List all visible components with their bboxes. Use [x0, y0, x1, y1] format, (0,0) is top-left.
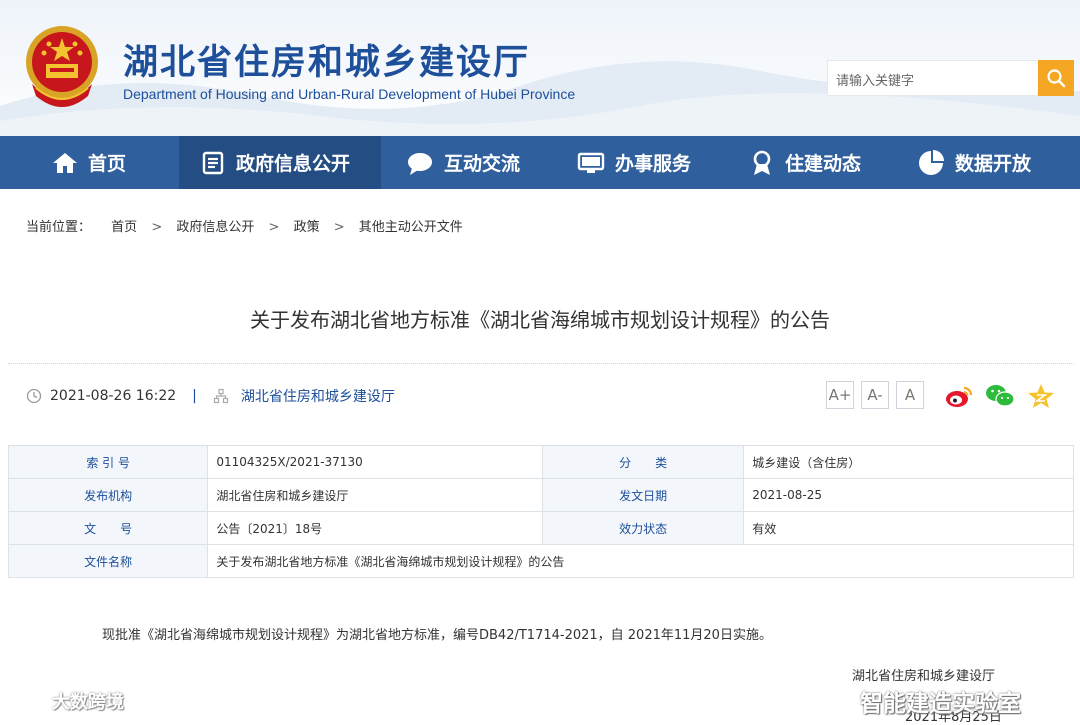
value-index-number: 01104325X/2021-37130 [207, 445, 544, 479]
search-button[interactable] [1038, 60, 1074, 96]
watermark-right-text: 智能建造实验室 [860, 691, 1021, 717]
site-title: 湖北省住房和城乡建设厅 [123, 42, 531, 83]
search-input[interactable]: 请输入关键字 [827, 60, 1037, 96]
value-issue-date: 2021-08-25 [743, 478, 1074, 512]
watermark-left-text: 大数跨境 [52, 692, 124, 713]
watermark-logo-icon [10, 693, 48, 707]
nav-item-label: 住建动态 [785, 153, 862, 175]
ribbon-icon [753, 150, 771, 175]
weibo-icon [946, 386, 973, 407]
national-emblem-icon[interactable] [22, 22, 102, 114]
breadcrumb-separator: > [333, 220, 345, 235]
value-publisher: 湖北省住房和城乡建设厅 [207, 478, 544, 512]
label-document-name: 文件名称 [7, 544, 209, 578]
nav-item-label: 数据开放 [955, 153, 1032, 175]
nav-item-services[interactable]: 办事服务 [577, 136, 717, 189]
nav-item-label: 互动交流 [444, 153, 521, 175]
label-validity: 效力状态 [542, 511, 745, 545]
article-meta: 2021-08-26 16:22 | 湖北省住房和城乡建设厅 [26, 386, 395, 406]
document-icon [202, 151, 224, 174]
article-title: 关于发布湖北省地方标准《湖北省海绵城市规划设计规程》的公告 [250, 308, 830, 332]
share-weibo-button[interactable] [944, 382, 974, 410]
main-nav: 首页 政府信息公开 互动交流 办事服务 住建动态 数据开放 [0, 136, 1080, 189]
label-index-number: 索 引 号 [7, 445, 209, 479]
breadcrumb-prefix: 当前位置： [26, 220, 92, 235]
organization-icon [213, 388, 228, 404]
nav-item-interaction[interactable]: 互动交流 [406, 136, 546, 189]
publisher: 湖北省住房和城乡建设厅 [240, 389, 395, 405]
value-document-name: 关于发布湖北省地方标准《湖北省海绵城市规划设计规程》的公告 [207, 544, 1074, 578]
breadcrumb-item-gov-info[interactable]: 政府信息公开 [176, 220, 254, 235]
table-row: 发布机构 湖北省住房和城乡建设厅 发文日期 2021-08-25 [7, 478, 1074, 512]
publish-datetime: 2021-08-26 16:22 [50, 388, 177, 404]
monitor-icon [577, 152, 605, 173]
breadcrumb-item-policy[interactable]: 政策 [294, 220, 320, 235]
label-category: 分 类 [542, 445, 745, 479]
value-category: 城乡建设（含住房） [743, 445, 1074, 479]
label-document-number: 文 号 [7, 511, 209, 545]
font-default-button[interactable]: A [896, 381, 924, 409]
article-body-paragraph: 现批准《湖北省海绵城市规划设计规程》为湖北省地方标准，编号DB42/T1714-… [102, 628, 772, 643]
wechat-outline-icon [809, 686, 852, 716]
breadcrumb-separator: > [268, 220, 280, 235]
nav-item-open-data[interactable]: 数据开放 [917, 136, 1057, 189]
table-row: 文 号 公告〔2021〕18号 效力状态 有效 [7, 511, 1074, 545]
breadcrumb: 当前位置： 首页 > 政府信息公开 > 政策 > 其他主动公开文件 [26, 216, 473, 235]
table-row: 索 引 号 01104325X/2021-37130 分 类 城乡建设（含住房） [7, 445, 1074, 479]
meta-separator: | [192, 388, 197, 404]
signature-organization: 湖北省住房和城乡建设厅 [852, 669, 996, 684]
breadcrumb-item-home[interactable]: 首页 [111, 220, 137, 235]
clock-icon [26, 388, 42, 404]
breadcrumb-item-other-docs[interactable]: 其他主动公开文件 [359, 220, 463, 235]
label-issue-date: 发文日期 [542, 478, 745, 512]
share-qzone-button[interactable] [1026, 382, 1056, 410]
nav-item-news[interactable]: 住建动态 [749, 136, 889, 189]
font-larger-button[interactable]: A+ [826, 381, 854, 409]
nav-item-label: 政府信息公开 [236, 153, 351, 175]
pie-chart-icon [919, 149, 944, 175]
document-info-table: 索 引 号 01104325X/2021-37130 分 类 城乡建设（含住房）… [7, 445, 1074, 578]
nav-item-home[interactable]: 首页 [52, 136, 152, 189]
label-publisher: 发布机构 [7, 478, 209, 512]
breadcrumb-separator: > [151, 220, 163, 235]
table-row: 文件名称 关于发布湖北省地方标准《湖北省海绵城市规划设计规程》的公告 [7, 544, 1074, 578]
home-icon [53, 152, 77, 173]
site-header: 湖北省住房和城乡建设厅 Department of Housing and Ur… [0, 0, 1080, 136]
nav-item-label: 首页 [88, 153, 127, 175]
qzone-star-icon [1028, 384, 1054, 408]
divider [8, 363, 1074, 364]
wechat-icon [986, 385, 1015, 407]
font-smaller-button[interactable]: A- [861, 381, 889, 409]
nav-item-label: 办事服务 [615, 153, 692, 175]
search-icon [1047, 69, 1066, 88]
value-validity: 有效 [743, 511, 1074, 545]
nav-item-gov-info[interactable]: 政府信息公开 [179, 136, 381, 189]
watermark-right: 智能建造实验室 [808, 684, 1021, 718]
watermark-left: 大数跨境 [8, 688, 124, 714]
site-subtitle: Department of Housing and Urban-Rural De… [123, 86, 576, 102]
share-wechat-button[interactable] [985, 382, 1015, 410]
chat-bubble-icon [408, 152, 432, 175]
value-document-number: 公告〔2021〕18号 [207, 511, 544, 545]
